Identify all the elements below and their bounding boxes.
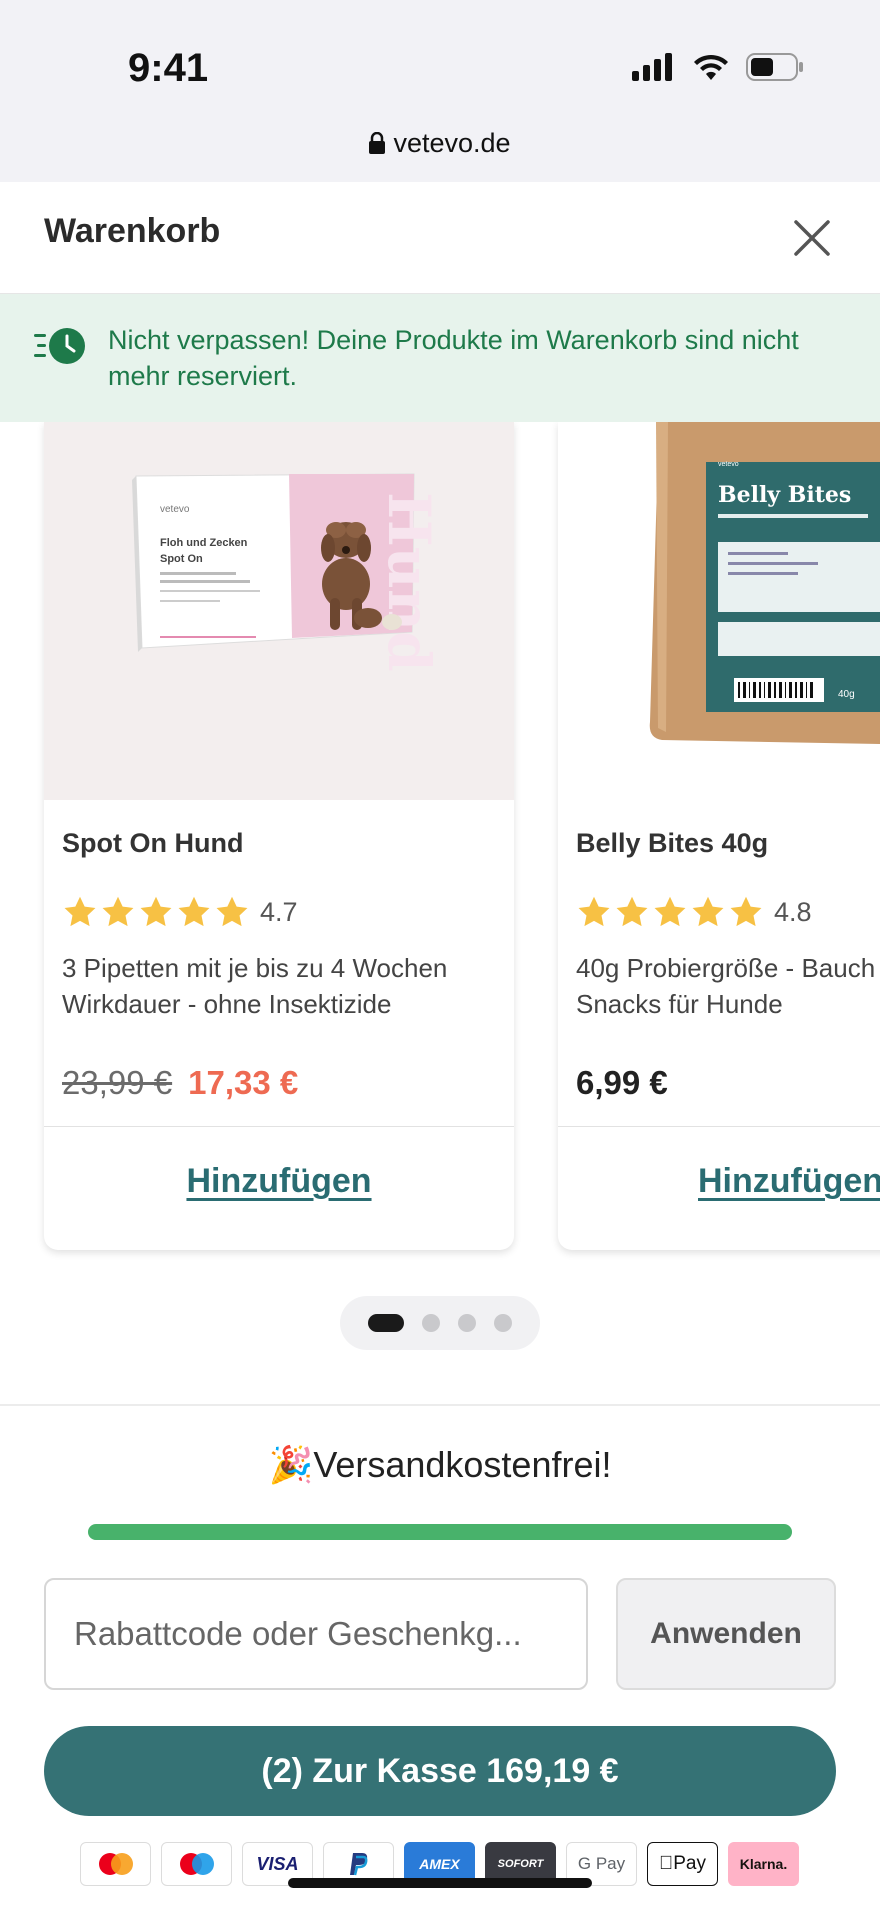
- timer-icon: [34, 328, 85, 364]
- notice-text: Nicht verpassen! Deine Produkte im Waren…: [108, 325, 799, 391]
- cart-header: Warenkorb: [0, 182, 880, 294]
- product-description: 40g Probiergröße - Bauch Snacks für Hund…: [576, 950, 880, 1022]
- star-icon: [576, 894, 612, 930]
- product-card[interactable]: vetevo Belly Bites 40g Belly Bites 40g 4…: [558, 422, 880, 1250]
- package-brand: vetevo: [160, 504, 190, 515]
- apple-pay-icon: Pay: [647, 1842, 718, 1886]
- product-description: 3 Pipetten mit je bis zu 4 Wochen Wirkda…: [62, 950, 496, 1022]
- package-name-line2: Spot On: [160, 553, 203, 565]
- shipping-status: 🎉Versandkostenfrei!: [0, 1444, 880, 1486]
- product-price: 23,99 € 17,33 €: [62, 1058, 496, 1108]
- product-image: vetevo Belly Bites 40g: [558, 422, 880, 800]
- product-title[interactable]: Spot On Hund: [62, 828, 496, 868]
- package-weight: 40g: [838, 689, 855, 700]
- star-icon: [728, 894, 764, 930]
- checkout-button[interactable]: (2) Zur Kasse 169,19 €: [44, 1726, 836, 1816]
- card-divider: [558, 1126, 880, 1127]
- package-name-line1: Floh und Zecken: [160, 537, 248, 549]
- rating-value: 4.7: [260, 896, 298, 927]
- section-divider: [0, 1404, 880, 1406]
- status-icons: [632, 52, 804, 82]
- star-rating: [576, 894, 764, 930]
- shipping-progress-fill: [88, 1524, 792, 1540]
- description-line: 3 Pipetten mit je bis zu 4 Wochen: [62, 953, 448, 983]
- product-rating: 4.7: [62, 892, 496, 932]
- old-price: 23,99 €: [62, 1064, 173, 1101]
- close-icon: [794, 220, 830, 256]
- status-bar: 9:41 vetevo.de: [0, 0, 880, 182]
- carousel-dot[interactable]: [494, 1314, 512, 1332]
- star-icon: [614, 894, 650, 930]
- party-popper-icon: 🎉: [268, 1444, 314, 1485]
- star-icon: [652, 894, 688, 930]
- product-card[interactable]: vetevo Floh und Zecken Spot On Hund Spot…: [44, 422, 514, 1250]
- klarna-icon: Klarna.: [728, 1842, 799, 1886]
- star-rating: [62, 894, 250, 930]
- product-package-image: vetevo Belly Bites 40g: [649, 422, 880, 744]
- product-title[interactable]: Belly Bites 40g: [576, 828, 880, 868]
- product-package-image: vetevo Floh und Zecken Spot On Hund: [132, 473, 443, 672]
- close-button[interactable]: [780, 206, 844, 270]
- star-icon: [176, 894, 212, 930]
- package-name: Belly Bites: [718, 482, 851, 508]
- shipping-label: Versandkostenfrei!: [313, 1444, 612, 1485]
- product-rating: 4.8: [576, 892, 880, 932]
- package-side-text: Hund: [375, 492, 443, 672]
- rating-value: 4.8: [774, 896, 812, 927]
- star-icon: [100, 894, 136, 930]
- star-icon: [62, 894, 98, 930]
- product-carousel[interactable]: vetevo Floh und Zecken Spot On Hund Spot…: [0, 422, 880, 1272]
- add-to-cart-button[interactable]: Hinzufügen: [698, 1162, 880, 1201]
- description-line: Wirkdauer - ohne Insektizide: [62, 989, 392, 1019]
- carousel-pagination[interactable]: [340, 1296, 540, 1350]
- description-line: 40g Probiergröße - Bauch: [576, 953, 876, 983]
- home-indicator: [288, 1878, 592, 1888]
- page-title: Warenkorb: [44, 212, 221, 250]
- cellular-signal-icon: [632, 53, 672, 81]
- carousel-dot[interactable]: [422, 1314, 440, 1332]
- shipping-progress-bar: [88, 1524, 792, 1540]
- url-text: vetevo.de: [393, 128, 511, 158]
- package-brand: vetevo: [718, 461, 739, 468]
- mastercard-icon: [80, 1842, 151, 1886]
- star-icon: [690, 894, 726, 930]
- wifi-icon: [694, 54, 728, 80]
- maestro-icon: [161, 1842, 232, 1886]
- battery-icon: [746, 53, 803, 81]
- apply-coupon-button[interactable]: Anwenden: [616, 1578, 836, 1690]
- coupon-input[interactable]: [44, 1578, 588, 1690]
- star-icon: [138, 894, 174, 930]
- card-divider: [44, 1126, 514, 1127]
- carousel-dot[interactable]: [458, 1314, 476, 1332]
- carousel-dot[interactable]: [368, 1314, 404, 1332]
- description-line: Snacks für Hunde: [576, 989, 783, 1019]
- star-icon: [214, 894, 250, 930]
- lock-icon: [369, 132, 386, 154]
- reservation-notice: Nicht verpassen! Deine Produkte im Waren…: [0, 294, 880, 422]
- add-to-cart-button[interactable]: Hinzufügen: [44, 1162, 514, 1201]
- url-bar[interactable]: vetevo.de: [0, 128, 880, 159]
- sale-price: 17,33 €: [188, 1064, 299, 1101]
- product-price: 6,99 €: [576, 1058, 880, 1108]
- product-image: vetevo Floh und Zecken Spot On Hund: [44, 422, 514, 800]
- clock: 9:41: [128, 46, 209, 90]
- price: 6,99 €: [576, 1064, 668, 1101]
